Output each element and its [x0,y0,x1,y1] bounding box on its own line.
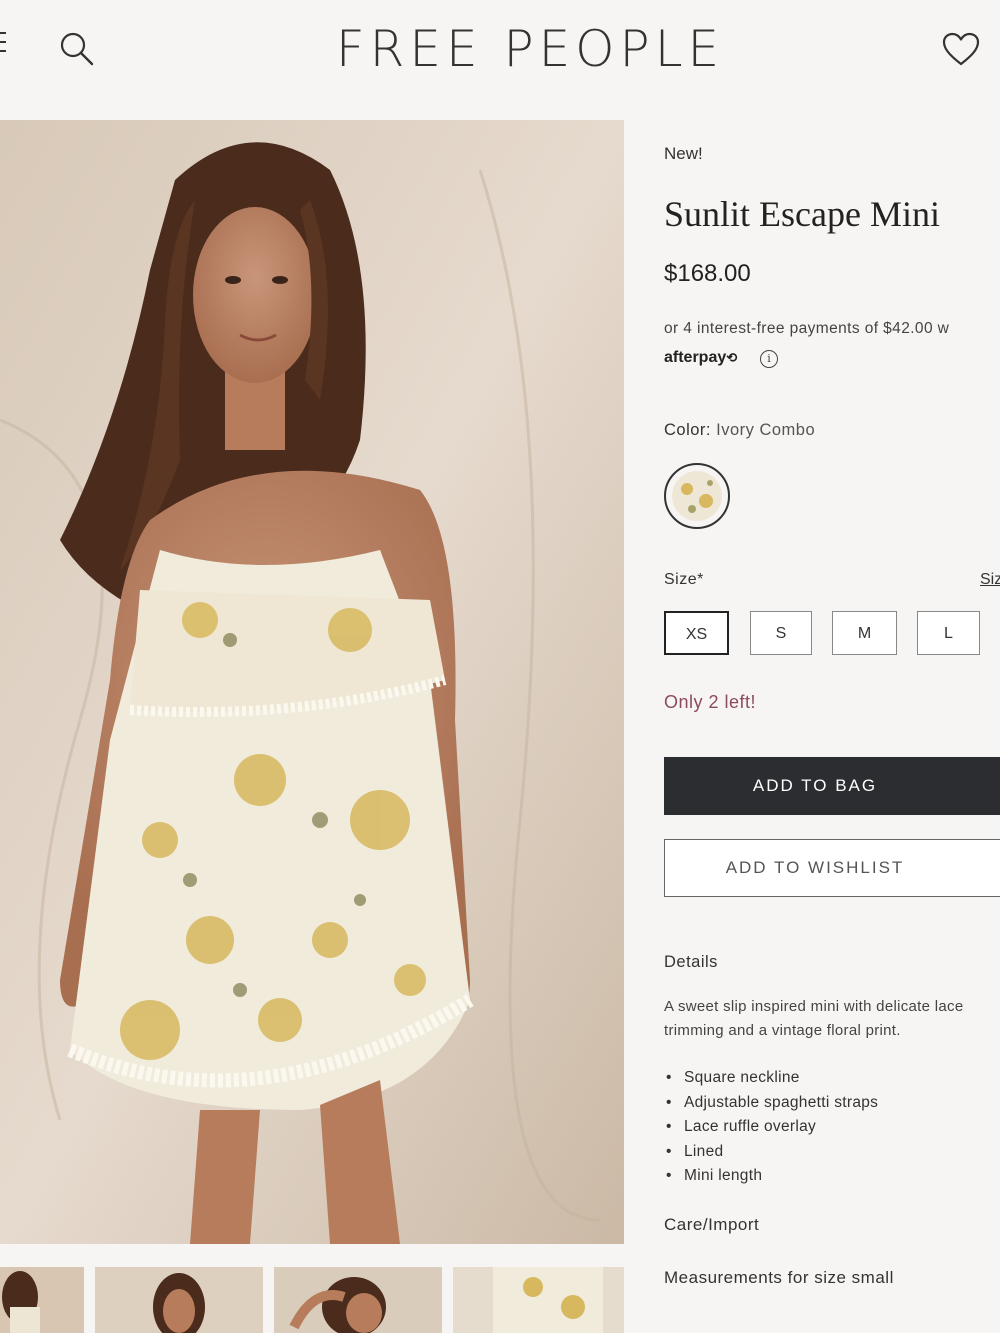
info-icon[interactable]: i [760,350,778,368]
product-thumbnail[interactable] [453,1267,624,1333]
feature-item: Square neckline [664,1066,878,1091]
feature-item: Adjustable spaghetti straps [664,1091,878,1116]
menu-icon[interactable] [0,32,6,62]
stock-message: Only 2 left! [664,692,757,712]
product-price: $168.00 [664,260,751,287]
size-option-l[interactable]: L [917,611,980,655]
search-icon[interactable] [58,30,96,68]
product-thumbnail[interactable] [0,1267,84,1333]
product-info-panel: New! Sunlit Escape Mini $168.00 or 4 int… [664,0,1000,1333]
product-thumbnail[interactable] [95,1267,263,1333]
color-value: Ivory Combo [716,421,816,439]
afterpay-installment-text: or 4 interest-free payments of $42.00 w [664,320,950,337]
afterpay-arrow-icon: ⟲ [726,350,738,365]
feature-item: Lined [664,1140,878,1165]
size-option-s[interactable]: S [750,611,812,655]
afterpay-wordmark: afterpay [664,349,727,366]
size-option-xs[interactable]: XS [664,611,729,655]
details-heading[interactable]: Details [664,953,718,972]
add-to-bag-button[interactable]: ADD TO BAG [664,757,1000,815]
product-description: A sweet slip inspired mini with delicate… [664,998,964,1039]
afterpay-logo: afterpay⟲ [664,349,737,367]
size-guide-link[interactable]: Siz [980,571,1000,589]
care-import-heading[interactable]: Care/Import [664,1215,759,1235]
measurements-heading[interactable]: Measurements for size small [664,1268,894,1288]
feature-item: Mini length [664,1164,878,1189]
color-label: Color: Ivory Combo [664,421,815,440]
size-option-m[interactable]: M [832,611,897,655]
feature-list: Square neckline Adjustable spaghetti str… [664,1066,878,1189]
size-label: Size* [664,571,704,588]
color-label-text: Color: [664,421,712,439]
feature-item: Lace ruffle overlay [664,1115,878,1140]
product-title: Sunlit Escape Mini [664,194,940,234]
product-thumbnail[interactable] [274,1267,442,1333]
color-swatch-ivory-combo[interactable] [664,463,730,529]
new-badge: New! [664,144,703,163]
add-to-wishlist-button[interactable]: ADD TO WISHLIST [664,839,1000,897]
swatch-pattern [672,471,722,521]
product-main-image[interactable] [0,120,624,1244]
